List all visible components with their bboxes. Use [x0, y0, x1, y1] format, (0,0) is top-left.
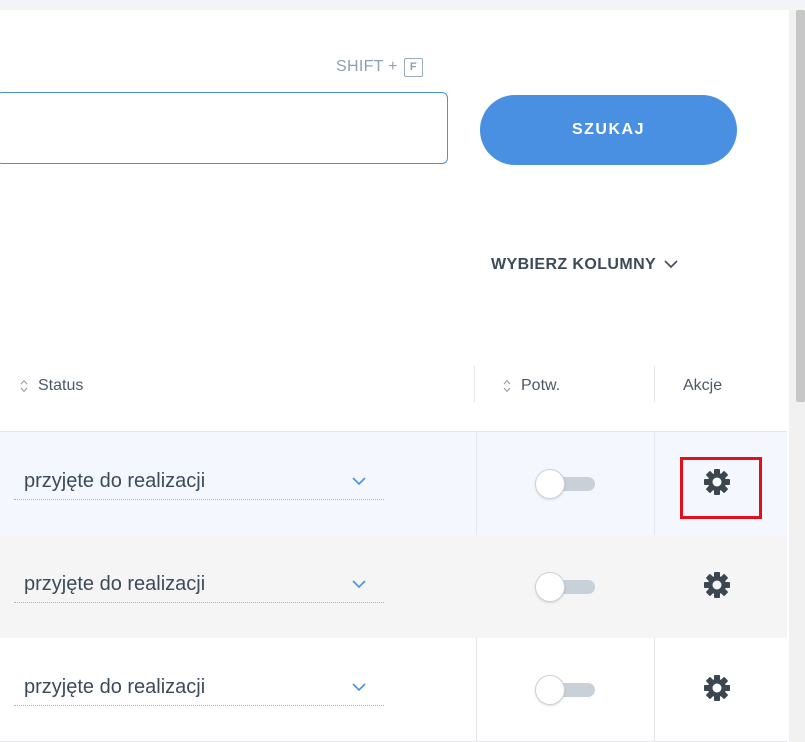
- column-header-actions: Akcje: [683, 340, 722, 431]
- confirmed-toggle[interactable]: [535, 572, 595, 602]
- confirmed-toggle[interactable]: [535, 469, 595, 499]
- column-header-status[interactable]: Status: [20, 340, 83, 431]
- column-divider: [654, 366, 655, 402]
- toggle-knob: [535, 469, 565, 499]
- cell-divider: [476, 432, 477, 535]
- search-input[interactable]: [0, 92, 448, 164]
- status-select[interactable]: przyjęte do realizacji: [14, 567, 384, 603]
- sort-icon[interactable]: [20, 379, 28, 393]
- cell-divider: [476, 638, 477, 741]
- sort-icon[interactable]: [503, 379, 511, 393]
- column-header-confirmed[interactable]: Potw.: [503, 340, 560, 431]
- gear-icon[interactable]: [702, 570, 732, 600]
- confirmed-toggle[interactable]: [535, 675, 595, 705]
- status-value: przyjęte do realizacji: [24, 470, 206, 492]
- chevron-down-icon: [664, 256, 678, 274]
- highlight-box: [680, 457, 762, 519]
- status-select[interactable]: przyjęte do realizacji: [14, 670, 384, 706]
- status-value: przyjęte do realizacji: [24, 676, 206, 698]
- table-row: przyjęte do realizacji: [0, 638, 787, 742]
- column-divider: [474, 366, 475, 402]
- top-strip: [0, 0, 805, 10]
- toggle-knob: [535, 675, 565, 705]
- chevron-down-icon: [352, 580, 366, 589]
- cell-divider: [654, 432, 655, 535]
- choose-columns-button[interactable]: WYBIERZ KOLUMNY: [491, 256, 678, 274]
- cell-divider: [654, 638, 655, 741]
- toggle-knob: [535, 572, 565, 602]
- column-header-status-label: Status: [38, 376, 84, 394]
- status-select[interactable]: przyjęte do realizacji: [14, 464, 384, 500]
- table-header: Status Potw. Akcje: [0, 340, 787, 432]
- table-row: przyjęte do realizacji: [0, 535, 787, 639]
- shortcut-key: F: [403, 57, 423, 77]
- search-button[interactable]: SZUKAJ: [480, 95, 737, 165]
- choose-columns-label: WYBIERZ KOLUMNY: [491, 256, 657, 273]
- column-header-confirmed-label: Potw.: [521, 376, 561, 394]
- search-shortcut-hint: SHIFT + F: [336, 56, 423, 78]
- scrollbar-thumb[interactable]: [796, 10, 805, 402]
- shortcut-prefix: SHIFT +: [336, 58, 398, 75]
- gear-icon[interactable]: [702, 673, 732, 703]
- status-value: przyjęte do realizacji: [24, 573, 206, 595]
- column-header-actions-label: Akcje: [683, 376, 723, 394]
- chevron-down-icon: [352, 477, 366, 486]
- chevron-down-icon: [352, 683, 366, 692]
- table-row: przyjęte do realizacji: [0, 432, 787, 536]
